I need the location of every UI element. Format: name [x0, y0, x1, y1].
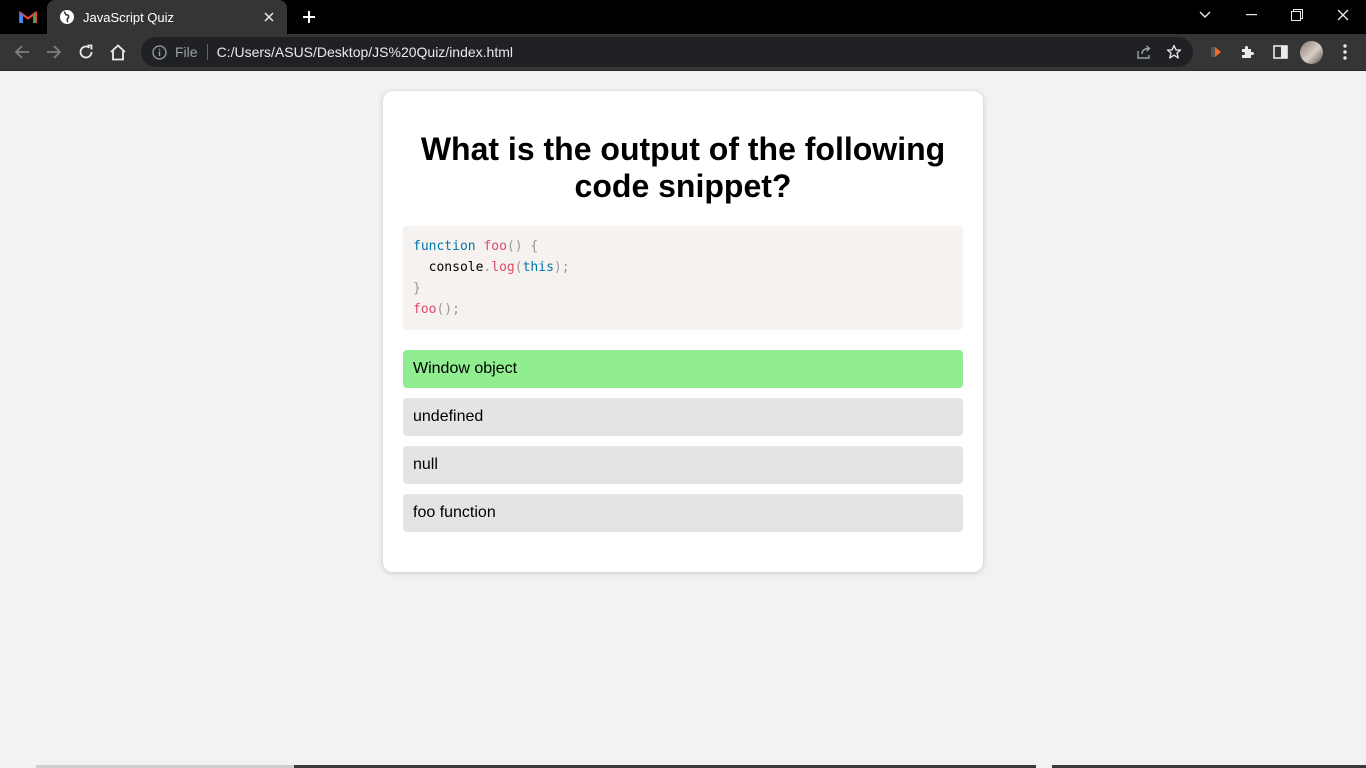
tab-title: JavaScript Quiz — [83, 9, 175, 25]
answer-option-label: null — [413, 456, 438, 473]
code-punctuation: (); — [436, 302, 460, 317]
tab-close-icon[interactable] — [255, 3, 283, 31]
answer-option-label: undefined — [413, 408, 484, 425]
back-arrow-icon[interactable] — [8, 38, 36, 66]
restore-icon[interactable] — [1274, 0, 1320, 30]
side-panel-icon[interactable] — [1266, 38, 1294, 66]
answer-option-label: foo function — [413, 504, 496, 521]
browser-tab-bar: JavaScript Quiz — [0, 0, 1366, 34]
profile-avatar[interactable] — [1300, 41, 1323, 64]
code-function-name: foo — [413, 302, 437, 317]
code-keyword: this — [522, 260, 554, 275]
new-tab-plus-icon[interactable] — [297, 5, 321, 29]
active-tab[interactable]: JavaScript Quiz — [47, 0, 287, 34]
address-bar[interactable]: File C:/Users/ASUS/Desktop/JS%20Quiz/ind… — [141, 37, 1193, 67]
address-divider — [206, 44, 208, 60]
code-function-name: foo — [483, 239, 507, 254]
code-keyword: function — [413, 239, 476, 254]
code-punctuation: ); — [553, 260, 570, 275]
gmail-icon — [19, 11, 37, 23]
extensions-puzzle-icon[interactable] — [1234, 38, 1262, 66]
browser-toolbar: File C:/Users/ASUS/Desktop/JS%20Quiz/ind… — [0, 34, 1366, 71]
code-punctuation: ( — [514, 260, 523, 275]
gmail-pinned-tab[interactable] — [8, 0, 48, 34]
minimize-icon[interactable] — [1228, 0, 1274, 30]
forward-arrow-icon[interactable] — [40, 38, 68, 66]
code-snippet: function foo() { console.log(this); } fo… — [403, 226, 963, 330]
share-icon[interactable] — [1129, 37, 1159, 67]
code-punctuation: } — [413, 281, 421, 296]
address-scheme-label: File — [175, 44, 198, 60]
answer-option-2[interactable]: undefined — [403, 398, 963, 436]
close-window-icon[interactable] — [1320, 0, 1366, 30]
address-url[interactable]: C:/Users/ASUS/Desktop/JS%20Quiz/index.ht… — [217, 44, 1129, 60]
answer-option-3[interactable]: null — [403, 446, 963, 484]
answer-option-label: Window object — [413, 360, 518, 377]
code-function-name: log — [491, 260, 515, 275]
globe-icon — [59, 9, 75, 25]
code-punctuation: () { — [506, 239, 539, 254]
answer-option-1[interactable]: Window object — [403, 350, 963, 388]
quiz-card: What is the output of the following code… — [383, 91, 983, 572]
bookmark-star-icon[interactable] — [1159, 37, 1189, 67]
tab-search-chevron-icon[interactable] — [1182, 0, 1228, 30]
question-heading: What is the output of the following code… — [420, 131, 946, 204]
info-icon[interactable] — [151, 44, 167, 60]
reload-icon[interactable] — [72, 38, 100, 66]
answer-option-4[interactable]: foo function — [403, 494, 963, 532]
code-identifier: console — [413, 260, 484, 275]
more-menu-icon[interactable] — [1331, 38, 1359, 66]
home-icon[interactable] — [104, 38, 132, 66]
extension-icon[interactable] — [1202, 38, 1230, 66]
